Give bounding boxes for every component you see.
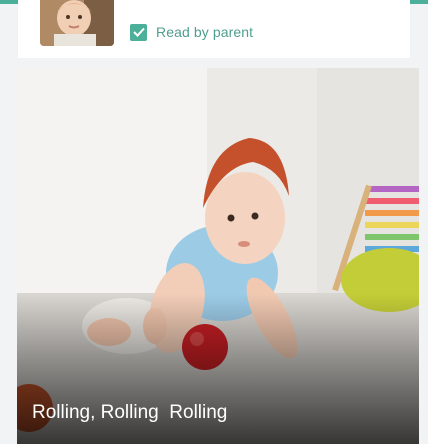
baby-thumbnail-image [40, 0, 114, 46]
story-title: Rolling, Rolling Rolling [32, 402, 228, 423]
story-card[interactable]: Rolling, Rolling Rolling [17, 68, 419, 444]
checkbox-checked-icon[interactable] [130, 23, 147, 41]
previous-activity-card[interactable]: Read by parent [18, 0, 410, 58]
read-by-parent-row[interactable]: Read by parent [130, 23, 253, 41]
read-by-parent-label: Read by parent [156, 24, 254, 40]
